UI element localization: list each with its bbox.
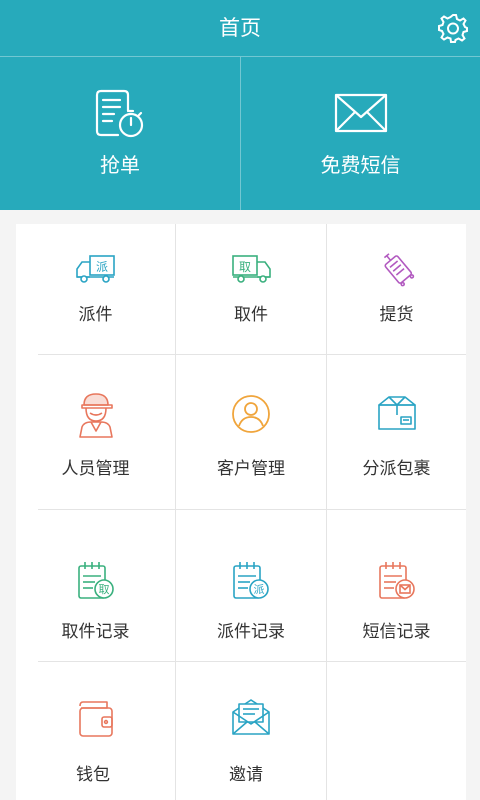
grid-label: 派件记录 bbox=[217, 622, 285, 642]
sms-record-icon bbox=[378, 562, 415, 599]
grid-item-empty bbox=[327, 662, 466, 800]
grid-item-invite[interactable]: 邀请 bbox=[176, 662, 326, 800]
grid-item-customers[interactable]: 客户管理 bbox=[176, 355, 326, 509]
grid-label: 取件 bbox=[234, 305, 268, 325]
pickup-badge: 取 bbox=[239, 260, 251, 274]
delivery-badge: 派 bbox=[95, 260, 107, 274]
grab-order-button[interactable]: 抢单 bbox=[0, 57, 240, 210]
grid-item-staff[interactable]: 人员管理 bbox=[16, 355, 175, 509]
grid-item-delivery-records[interactable]: 派 派件记录 bbox=[176, 510, 326, 661]
pickup-truck-icon: 取 bbox=[232, 255, 271, 283]
grid-label: 钱包 bbox=[76, 765, 110, 785]
grid-label: 客户管理 bbox=[217, 459, 285, 479]
grab-order-label: 抢单 bbox=[100, 153, 140, 177]
grid-label: 派件 bbox=[78, 305, 113, 325]
settings-button[interactable] bbox=[436, 11, 470, 45]
grid-item-wallet[interactable]: 钱包 bbox=[16, 662, 175, 800]
luggage-icon bbox=[383, 253, 414, 287]
feature-grid: 派 派件 取 取件 提货 人员管理 客户管理 分派包裹 取 取件记录 派 派件记… bbox=[16, 224, 466, 800]
free-sms-button[interactable]: 免费短信 bbox=[241, 57, 480, 210]
grid-label: 短信记录 bbox=[362, 622, 431, 642]
invite-icon bbox=[232, 699, 270, 735]
delivery-record-icon: 派 bbox=[233, 562, 269, 599]
grid-item-sms-records[interactable]: 短信记录 bbox=[327, 510, 466, 661]
pickup-record-badge: 取 bbox=[98, 583, 109, 596]
delivery-record-badge: 派 bbox=[254, 583, 265, 596]
title-bar: 首页 bbox=[0, 0, 480, 56]
header: 首页 抢单 免费短信 bbox=[0, 0, 480, 210]
delivery-truck-icon: 派 bbox=[75, 255, 115, 283]
grid-item-pickup-records[interactable]: 取 取件记录 bbox=[16, 510, 175, 661]
order-timer-icon bbox=[95, 89, 144, 138]
grid-label: 取件记录 bbox=[61, 622, 130, 642]
courier-person-icon bbox=[78, 393, 113, 438]
wallet-icon bbox=[78, 701, 113, 737]
grid-label: 分派包裹 bbox=[362, 459, 431, 479]
grid-item-dispatch-package[interactable]: 分派包裹 bbox=[327, 355, 466, 509]
envelope-icon bbox=[334, 93, 387, 133]
grid-item-collect-goods[interactable]: 提货 bbox=[327, 224, 466, 354]
page-title: 首页 bbox=[219, 16, 261, 40]
customer-icon bbox=[232, 395, 270, 433]
grid-item-delivery[interactable]: 派 派件 bbox=[16, 224, 175, 354]
grid-label: 邀请 bbox=[229, 765, 263, 785]
grid-label: 人员管理 bbox=[61, 459, 130, 479]
package-icon bbox=[377, 396, 416, 430]
pickup-record-icon: 取 bbox=[77, 562, 114, 599]
free-sms-label: 免费短信 bbox=[320, 153, 401, 177]
gear-icon bbox=[438, 14, 468, 43]
grid-item-pickup[interactable]: 取 取件 bbox=[176, 224, 326, 354]
grid-label: 提货 bbox=[379, 305, 414, 325]
